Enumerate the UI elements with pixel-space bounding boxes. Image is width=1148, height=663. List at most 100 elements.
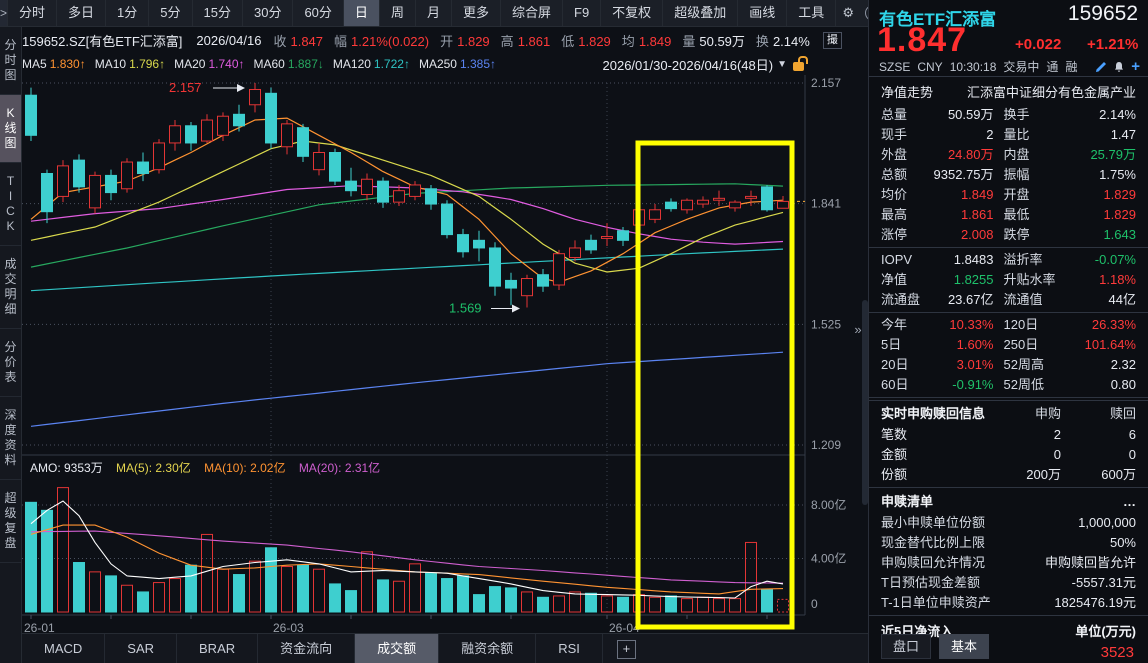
row-label: T-1日单位申赎资产 [881,593,991,613]
fund-row: 净值走势 汇添富中证细分有色金属产业 [869,77,1148,105]
toolbar-period-tab[interactable]: 15分 [193,0,243,26]
quote-label: 最高 [881,205,931,225]
edit-pencil-icon[interactable] [1095,61,1107,73]
sidebar-item-char: 价 [4,355,16,370]
date-range-selector[interactable]: 2026/01/30-2026/04/16(48日) ▼ [603,55,804,74]
alert-bell-icon[interactable] [1113,61,1125,73]
more-ellipsis-icon[interactable]: … [1123,490,1136,513]
quote-value: 23.67亿 [931,290,994,310]
sidebar-item-char: 明 [4,287,16,302]
quote-value: 2.008 [931,225,994,245]
toolbar-period-tab[interactable]: 周 [380,0,416,26]
quote-row: 20日3.01%52周高2.32 [869,355,1148,375]
collapse-panel-icon[interactable]: > [0,0,8,26]
indicator-tab[interactable]: 成交额 [355,634,439,663]
toolbar-period-tab[interactable]: 月 [416,0,452,26]
ma-indicator: MA101.796↑ [95,57,165,71]
sidebar-item[interactable]: 分价表 [0,329,21,397]
sidebar-item-char: K [6,219,14,234]
indicator-tab[interactable]: RSI [536,634,603,663]
subscription-row: 笔数26 [869,425,1148,445]
settings-gear-icon[interactable]: ⚙ [836,0,860,26]
purchase-value: 200万 [991,465,1061,485]
quote-label: 外盘 [881,145,931,165]
kline-volume-chart: 2.1571.8411.5251.2098.00亿4.00亿026-0126-0… [22,75,868,633]
sidebar-item-char: 分 [4,38,16,53]
toolbar-period-tab[interactable]: 多日 [57,0,106,26]
info-field: 收1.847 [273,31,323,50]
quote-label: 量比 [994,125,1074,145]
add-to-watchlist-icon[interactable]: + [1131,61,1140,73]
sidebar-item-char: 细 [4,302,16,317]
sidebar-item[interactable]: TICK [0,163,21,246]
quote-value: 2.32 [1074,355,1137,375]
row-label: 现金替代比例上限 [881,533,985,553]
row-value: 50% [1110,533,1136,553]
toolbar-period-tab[interactable]: 分时 [8,0,57,26]
sidebar-item[interactable]: 分时图 [0,27,21,95]
sidebar-item-char: 超 [4,491,16,506]
info-field: 换2.14% [756,31,810,50]
quote-row: 5日1.60%250日101.64% [869,335,1148,355]
toolbar-period-tab[interactable]: 日 [344,0,380,26]
unlock-icon[interactable] [793,62,804,71]
svg-text:1.209: 1.209 [811,438,841,452]
svg-text:1.841: 1.841 [811,197,841,211]
section-title: 实时申购赎回信息 [881,403,991,425]
svg-text:26-04: 26-04 [609,621,640,633]
svg-text:0: 0 [811,597,818,611]
toolbar-button[interactable]: 工具 [787,0,836,26]
quote-value: 24.80万 [931,145,994,165]
sidebar-item[interactable]: 超级复盘 [0,480,21,563]
quote-time: 10:30:18 [950,60,997,74]
quote-label: 52周高 [994,355,1074,375]
svg-text:2.157: 2.157 [169,80,202,95]
quote-row: 60日-0.91%52周低0.80 [869,375,1148,395]
indicator-tab[interactable]: 资金流向 [258,634,355,663]
quote-row: 涨停2.008跌停1.643 [869,225,1148,245]
indicator-tab[interactable]: BRAR [177,634,258,663]
quote-value: 1.861 [931,205,994,225]
row-label: T日预估现金差额 [881,573,980,593]
sidebar-item-char: 成 [4,257,16,272]
toolbar-period-tab[interactable]: 1分 [106,0,149,26]
toolbar-button[interactable]: 超级叠加 [663,0,738,26]
panel-tab[interactable]: 基本 [939,634,989,659]
quote-value: 0.80 [1074,375,1137,395]
panel-tab[interactable]: 盘口 [881,634,931,659]
quote-value: 9352.75万 [931,165,994,185]
auction-match-button[interactable]: 撮 [823,32,842,49]
toolbar-period-tab[interactable]: 30分 [243,0,293,26]
add-indicator-icon[interactable]: + [617,640,636,659]
volume-ma20-value: MA(20): 2.31亿 [299,461,380,475]
quote-header: 有色ETF汇添富 159652 1.847 +0.022 +1.21% SZSE… [869,0,1148,77]
row-label: 笔数 [881,425,991,445]
indicator-tab[interactable]: 融资余额 [439,634,536,663]
nav-trend-link[interactable]: 净值走势 [881,82,933,101]
quote-row: 最高1.861最低1.829 [869,205,1148,225]
currency-label: CNY [917,60,942,74]
quote-info-bar: 159652.SZ[有色ETF汇添富] 2026/04/16 收1.847幅1.… [22,27,868,53]
indicator-tab[interactable]: MACD [22,634,105,663]
ma-indicator: MA1201.722↑ [333,57,410,71]
quote-label: 今年 [881,315,931,335]
toolbar-button[interactable]: 不复权 [601,0,663,26]
stock-trading-app: > 分时多日1分5分15分30分60分日周月更多 综合屏F9不复权超级叠加画线工… [0,0,1148,663]
sidebar-item[interactable]: 深度资料 [0,397,21,480]
quote-value: 1.8483 [931,250,994,270]
redeem-value: 6 [1061,425,1136,445]
ma-value: 1.385↑ [460,57,496,71]
info-field-label: 均 [622,34,635,49]
toolbar-period-tab[interactable]: 5分 [149,0,192,26]
toolbar-button[interactable]: 综合屏 [501,0,563,26]
exchange-label: SZSE [879,60,910,74]
top-toolbar: > 分时多日1分5分15分30分60分日周月更多 综合屏F9不复权超级叠加画线工… [0,0,868,27]
toolbar-period-tab[interactable]: 更多 [452,0,501,26]
indicator-tab[interactable]: SAR [105,634,177,663]
toolbar-period-tab[interactable]: 60分 [293,0,343,26]
toolbar-button[interactable]: 画线 [738,0,787,26]
toolbar-button[interactable]: F9 [563,0,601,26]
sidebar-item[interactable]: K线图 [0,95,21,163]
sidebar-item[interactable]: 成交明细 [0,246,21,329]
quote-label: 120日 [994,315,1074,335]
